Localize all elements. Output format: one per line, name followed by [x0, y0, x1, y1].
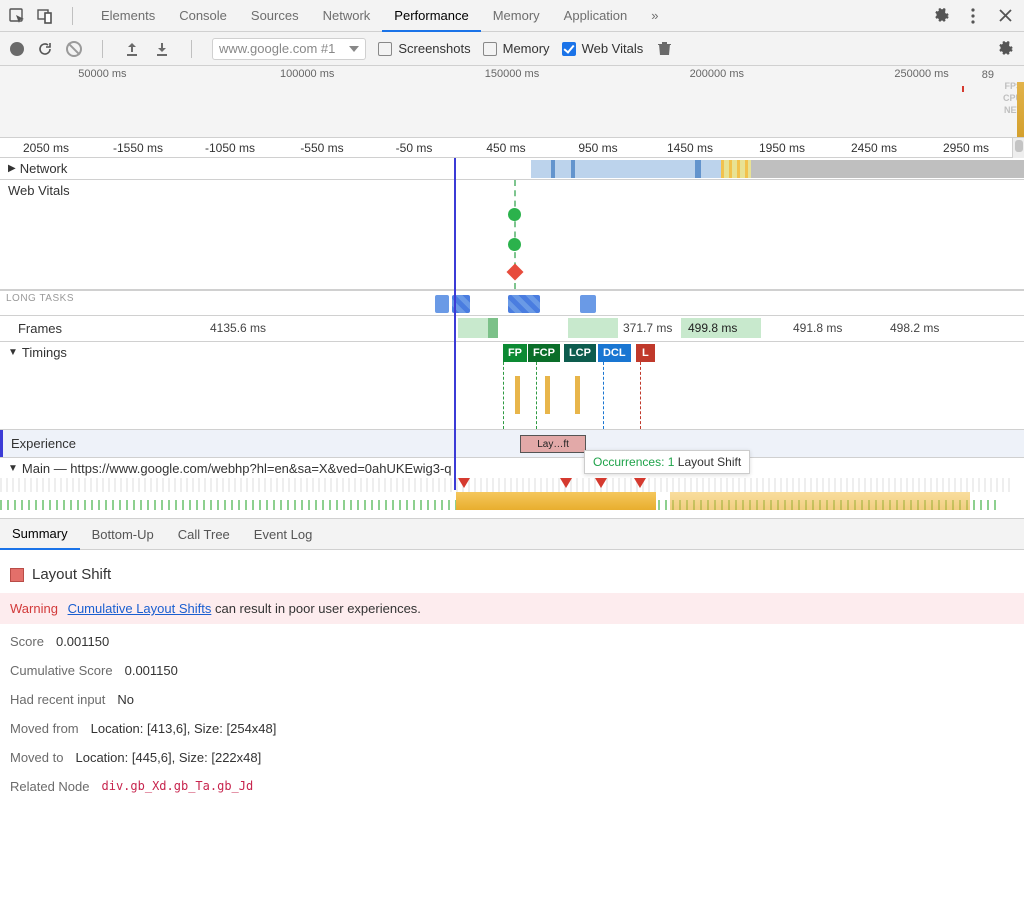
tab-console[interactable]: Console: [167, 0, 239, 31]
tabs-overflow[interactable]: »: [639, 0, 670, 31]
memory-checkbox[interactable]: Memory: [483, 41, 550, 56]
inspect-icon[interactable]: [8, 7, 26, 25]
tab-sources[interactable]: Sources: [239, 0, 311, 31]
summary-panel: Layout Shift Warning Cumulative Layout S…: [0, 550, 1024, 798]
event-tooltip: Occurrences: 1 Layout Shift: [584, 450, 750, 474]
cls-marker-icon: [506, 264, 523, 281]
tab-application[interactable]: Application: [552, 0, 640, 31]
timings-track[interactable]: ▼Timings FP FCP LCP DCL L: [0, 342, 1024, 430]
dcl-badge: DCL: [598, 344, 631, 362]
separator: [191, 40, 192, 58]
close-icon[interactable]: [996, 7, 1014, 25]
settings-icon[interactable]: [932, 7, 950, 25]
trash-icon[interactable]: [655, 40, 673, 58]
reload-icon[interactable]: [36, 40, 54, 58]
relatednode-row: Related Nodediv.gb_Xd.gb_Ta.gb_Jd: [10, 769, 1014, 798]
upload-icon[interactable]: [123, 40, 141, 58]
devtools-tabbar: Elements Console Sources Network Perform…: [0, 0, 1024, 32]
webvital-marker-icon: [508, 238, 521, 251]
layoutshift-event[interactable]: Lay…ft: [520, 435, 586, 453]
cls-doc-link[interactable]: Cumulative Layout Shifts: [68, 601, 212, 616]
separator: [72, 7, 73, 25]
lcp-badge: LCP: [564, 344, 596, 362]
recording-select[interactable]: www.google.com #1: [212, 38, 366, 60]
recentinput-row: Had recent inputNo: [10, 682, 1014, 711]
tab-elements[interactable]: Elements: [89, 0, 167, 31]
download-icon[interactable]: [153, 40, 171, 58]
webvitals-checkbox[interactable]: Web Vitals: [562, 41, 644, 56]
tab-calltree[interactable]: Call Tree: [166, 519, 242, 549]
movedto-row: Moved toLocation: [445,6], Size: [222x48…: [10, 740, 1014, 769]
record-button[interactable]: [10, 42, 24, 56]
frames-track[interactable]: Frames 4135.6 ms 371.7 ms 499.8 ms 491.8…: [0, 316, 1024, 342]
movedfrom-row: Moved fromLocation: [413,6], Size: [254x…: [10, 711, 1014, 740]
summary-title: Layout Shift: [10, 560, 1014, 593]
device-toggle-icon[interactable]: [36, 7, 54, 25]
screenshots-checkbox[interactable]: Screenshots: [378, 41, 470, 56]
tab-bottomup[interactable]: Bottom-Up: [80, 519, 166, 549]
timeline-ruler[interactable]: 2050 ms-1550 ms-1050 ms -550 ms-50 ms450…: [0, 138, 1012, 158]
network-track[interactable]: ▶Network: [0, 158, 1024, 180]
details-tabs: Summary Bottom-Up Call Tree Event Log: [0, 518, 1024, 550]
tab-network[interactable]: Network: [311, 0, 383, 31]
warning-banner: Warning Cumulative Layout Shifts can res…: [0, 593, 1024, 624]
menu-icon[interactable]: [964, 7, 982, 25]
separator: [102, 40, 103, 58]
main-thread-track[interactable]: ▼Main — https://www.google.com/webhp?hl=…: [0, 458, 1024, 518]
fp-badge: FP: [503, 344, 527, 362]
clear-icon[interactable]: [66, 41, 82, 57]
overview-activity-bar: [1017, 82, 1024, 137]
overview-minimap[interactable]: 50000 ms100000 ms 150000 ms200000 ms 250…: [0, 66, 1024, 138]
layoutshift-swatch-icon: [10, 568, 24, 582]
playhead-line[interactable]: [454, 158, 456, 490]
cumscore-row: Cumulative Score0.001150: [10, 653, 1014, 682]
overview-ruler: 50000 ms100000 ms 150000 ms200000 ms 250…: [0, 66, 1024, 80]
dropdown-caret-icon: [349, 46, 359, 52]
overview-right-tick: 89: [982, 69, 994, 81]
webvitals-track[interactable]: Web Vitals: [0, 180, 1024, 290]
related-node-link[interactable]: div.gb_Xd.gb_Ta.gb_Jd: [102, 779, 254, 794]
webvital-marker-icon: [508, 208, 521, 221]
load-badge: L: [636, 344, 655, 362]
tab-eventlog[interactable]: Event Log: [242, 519, 325, 549]
tab-performance[interactable]: Performance: [382, 0, 480, 32]
recording-select-value: www.google.com #1: [219, 41, 335, 56]
experience-track[interactable]: Experience Lay…ft Occurrences: 1 Layout …: [0, 430, 1024, 458]
tab-summary[interactable]: Summary: [0, 519, 80, 550]
timeline-vscroll[interactable]: [1012, 138, 1024, 158]
tab-memory[interactable]: Memory: [481, 0, 552, 31]
longtasks-track[interactable]: LONG TASKS: [0, 290, 1024, 316]
fcp-badge: FCP: [528, 344, 560, 362]
score-row: Score0.001150: [10, 624, 1014, 653]
capture-settings-icon[interactable]: [996, 40, 1014, 58]
perf-toolbar: www.google.com #1 Screenshots Memory Web…: [0, 32, 1024, 66]
